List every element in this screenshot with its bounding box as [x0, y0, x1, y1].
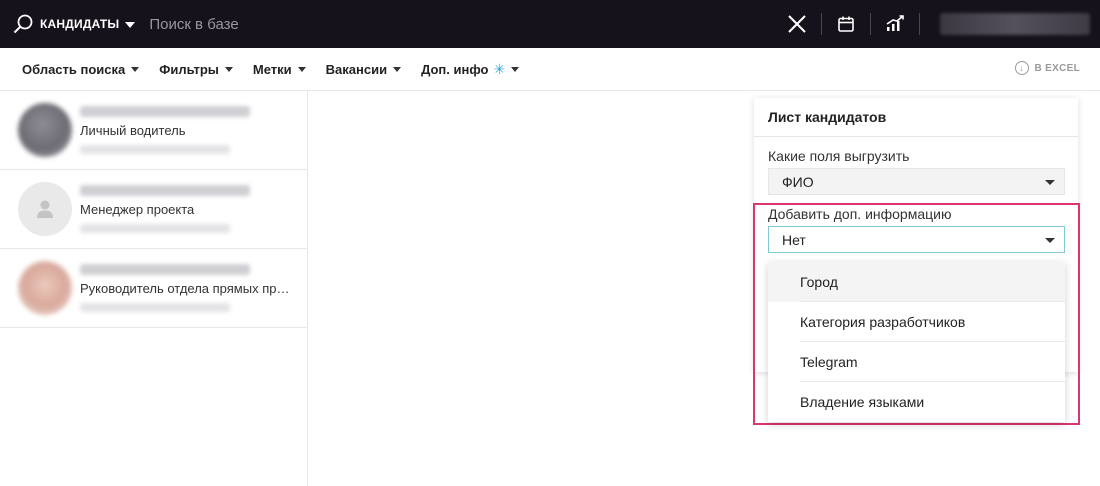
top-bar: КАНДИДАТЫ	[0, 0, 1100, 48]
chevron-down-icon	[131, 66, 140, 72]
chevron-down-icon	[224, 66, 233, 72]
chevron-down-icon	[297, 66, 306, 72]
candidate-meta-blurred	[80, 224, 230, 233]
list-item[interactable]: Менеджер проекта	[0, 170, 307, 249]
calendar-icon[interactable]	[822, 0, 870, 48]
candidate-role: Руководитель отдела прямых продаж	[80, 281, 290, 296]
avatar	[18, 261, 72, 315]
scope-label: КАНДИДАТЫ	[40, 17, 120, 31]
candidate-name-blurred	[80, 264, 250, 275]
chevron-down-icon	[393, 66, 402, 72]
search-icon[interactable]	[12, 13, 34, 35]
candidate-list: Личный водитель Менеджер проекта Руковод…	[0, 91, 308, 486]
chevron-down-icon	[1045, 180, 1055, 185]
top-actions	[773, 0, 1100, 48]
fields-select[interactable]: ФИО	[768, 168, 1065, 195]
candidate-role: Менеджер проекта	[80, 202, 195, 217]
filter-search-scope[interactable]: Область поиска	[22, 61, 140, 77]
candidate-meta-blurred	[80, 303, 230, 312]
extra-info-select-value: Нет	[782, 231, 806, 248]
chevron-down-icon	[1045, 238, 1055, 243]
list-item[interactable]: Личный водитель	[0, 91, 307, 170]
list-item[interactable]: Руководитель отдела прямых продаж	[0, 249, 307, 328]
extra-info-select[interactable]: Нет	[768, 226, 1065, 253]
dropdown-option-telegram[interactable]: Telegram	[768, 342, 1065, 382]
candidate-name-blurred	[80, 106, 250, 117]
user-menu[interactable]	[940, 13, 1090, 35]
filter-extra-info[interactable]: Доп. инфо ✳	[421, 61, 520, 77]
filter-label: Доп. инфо	[421, 61, 489, 77]
scope-dropdown[interactable]: КАНДИДАТЫ	[40, 17, 136, 31]
close-icon[interactable]	[773, 0, 821, 48]
chevron-down-icon	[125, 21, 136, 28]
export-excel-label: В EXCEL	[1034, 62, 1080, 74]
dropdown-option-languages[interactable]: Владение языками	[768, 382, 1065, 422]
filter-tags[interactable]: Метки	[253, 62, 306, 77]
search-zone: КАНДИДАТЫ	[0, 0, 450, 48]
export-excel-button[interactable]: ↓ В EXCEL	[1014, 61, 1080, 75]
candidate-name-blurred	[80, 185, 250, 196]
dropdown-option-city[interactable]: Город	[768, 262, 1065, 302]
fields-select-value: ФИО	[782, 173, 814, 190]
extra-info-label: Добавить доп. информацию	[768, 206, 952, 222]
candidate-meta-blurred	[80, 145, 230, 154]
extra-info-dropdown: Город Категория разработчиков Telegram В…	[768, 262, 1065, 422]
candidate-role: Личный водитель	[80, 123, 186, 138]
dropdown-option-dev-category[interactable]: Категория разработчиков	[768, 302, 1065, 342]
filter-bar: Область поиска Фильтры Метки Вакансии До…	[0, 48, 1100, 91]
user-icon	[37, 200, 53, 218]
filter-label: Область поиска	[22, 61, 126, 77]
snowflake-icon: ✳	[493, 61, 506, 77]
download-icon: ↓	[1014, 61, 1029, 75]
panel-title: Лист кандидатов	[754, 98, 1078, 137]
filter-label: Вакансии	[325, 61, 388, 77]
filter-filters[interactable]: Фильтры	[159, 62, 233, 77]
fields-label: Какие поля выгрузить	[768, 148, 910, 164]
avatar	[18, 182, 72, 236]
filter-vacancies[interactable]: Вакансии	[325, 61, 402, 77]
search-input[interactable]	[149, 15, 450, 33]
filter-label: Метки	[252, 61, 292, 77]
analytics-icon[interactable]	[871, 0, 919, 48]
divider	[919, 13, 920, 35]
filter-label: Фильтры	[159, 61, 219, 77]
chevron-down-icon	[511, 66, 520, 72]
avatar	[18, 103, 72, 157]
